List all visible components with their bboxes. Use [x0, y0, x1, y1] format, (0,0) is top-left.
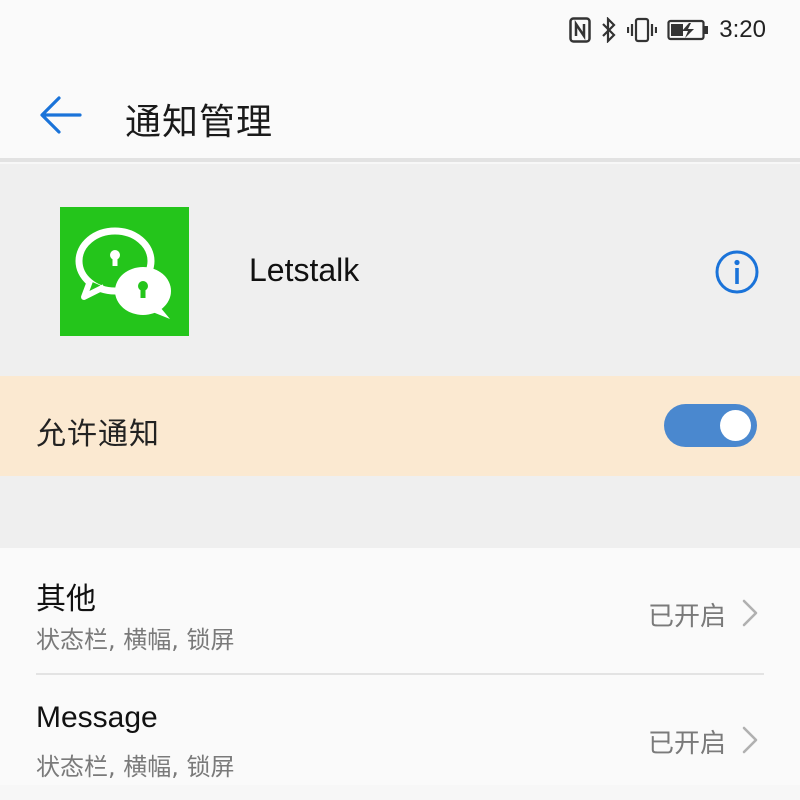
- info-circle-icon: [715, 250, 759, 294]
- chevron-right-icon: [742, 726, 758, 754]
- section-gap: [0, 476, 800, 548]
- chevron-right-icon: [742, 599, 758, 627]
- category-subtitle: 状态栏, 横幅, 锁屏: [36, 626, 235, 654]
- toggle-knob: [720, 410, 751, 441]
- nfc-icon: [569, 17, 592, 43]
- status-bar: 3:20: [0, 0, 800, 60]
- arrow-left-icon: [40, 96, 82, 134]
- page-title: 通知管理: [125, 102, 274, 143]
- category-item-other[interactable]: 其他 状态栏, 横幅, 锁屏 已开启: [0, 548, 800, 675]
- app-bar: 通知管理: [0, 60, 800, 162]
- app-header: Letstalk: [0, 164, 800, 376]
- clock: 3:20: [719, 16, 766, 43]
- notification-category-list: 其他 状态栏, 横幅, 锁屏 已开启 Message 状态栏, 横幅, 锁屏 已…: [0, 548, 800, 785]
- back-button[interactable]: [36, 90, 86, 140]
- vibrate-icon: [627, 17, 658, 43]
- category-subtitle: 状态栏, 横幅, 锁屏: [36, 753, 235, 781]
- allow-notifications-label: 允许通知: [36, 417, 160, 452]
- chat-bubbles-lock-icon: [75, 227, 171, 319]
- allow-notifications-row: 允许通知: [0, 376, 800, 476]
- app-info-button[interactable]: [713, 248, 761, 296]
- app-name: Letstalk: [249, 252, 360, 288]
- allow-notifications-toggle[interactable]: [664, 404, 757, 447]
- bluetooth-icon: [601, 17, 617, 43]
- category-title: Message: [36, 701, 158, 734]
- category-title: 其他: [36, 582, 96, 617]
- app-icon: [60, 207, 189, 336]
- category-status: 已开启: [647, 602, 726, 632]
- battery-charging-icon: [667, 19, 709, 41]
- category-item-message[interactable]: Message 状态栏, 横幅, 锁屏 已开启: [0, 675, 800, 800]
- category-status: 已开启: [647, 729, 726, 759]
